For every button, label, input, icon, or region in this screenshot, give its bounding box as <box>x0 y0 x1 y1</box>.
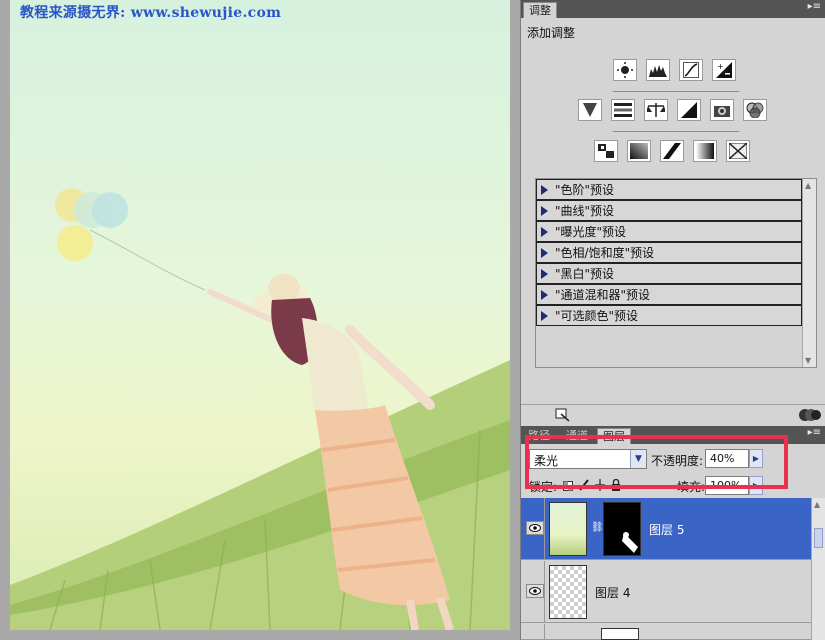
hue-saturation-icon[interactable] <box>611 99 635 121</box>
panel-menu-icon[interactable]: ▸≡ <box>808 1 821 12</box>
scroll-down-icon[interactable]: ▼ <box>805 356 811 365</box>
preset-label: "色相/饱和度"预设 <box>555 246 655 260</box>
selective-color-icon[interactable] <box>726 140 750 162</box>
layer-row[interactable]: ⛓ 图层 5 <box>521 498 811 560</box>
separator <box>613 91 739 92</box>
color-balance-icon[interactable] <box>644 99 668 121</box>
preset-item[interactable]: "通道混和器"预设 <box>536 284 802 305</box>
preset-item[interactable]: "色阶"预设 <box>536 179 802 200</box>
expand-triangle-icon <box>541 247 548 258</box>
expand-triangle-icon <box>541 184 548 195</box>
preset-label: "通道混和器"预设 <box>555 288 651 302</box>
presets-list: "色阶"预设 "曲线"预设 "曝光度"预设 "色相/饱和度"预设 "黑白"预设 … <box>535 178 817 368</box>
preset-item[interactable]: "曝光度"预设 <box>536 221 802 242</box>
watermark-text: 教程来源摄无界: www.shewujie.com <box>20 5 282 21</box>
layers-scrollbar[interactable]: ▲ <box>811 498 825 640</box>
layer-thumbnail[interactable] <box>601 628 639 640</box>
preset-label: "曲线"预设 <box>555 204 615 218</box>
vibrance-icon[interactable] <box>578 99 602 121</box>
curves-icon[interactable] <box>679 59 703 81</box>
threshold-icon[interactable] <box>660 140 684 162</box>
black-white-icon[interactable] <box>677 99 701 121</box>
expand-triangle-icon <box>541 205 548 216</box>
invert-icon[interactable] <box>594 140 618 162</box>
eye-icon[interactable] <box>526 584 544 598</box>
clip-to-layer-icon[interactable] <box>555 408 571 425</box>
circles-icon[interactable] <box>799 408 821 425</box>
presets-scrollbar[interactable]: ▲ ▼ <box>802 179 816 367</box>
highlight-box <box>525 435 788 489</box>
eye-icon[interactable] <box>526 521 544 535</box>
scroll-up-icon[interactable]: ▲ <box>814 500 820 509</box>
visibility-column <box>521 561 545 623</box>
layer-thumbnail[interactable] <box>549 565 587 619</box>
adjustments-tabbar: 调整 ▸≡ <box>521 0 825 18</box>
expand-triangle-icon <box>541 289 548 300</box>
preset-item[interactable]: "色相/饱和度"预设 <box>536 242 802 263</box>
adjustment-icons-row-3 <box>594 140 750 162</box>
layer-row[interactable] <box>521 624 811 640</box>
expand-triangle-icon <box>541 226 548 237</box>
levels-icon[interactable] <box>646 59 670 81</box>
photo-illustration <box>10 188 510 630</box>
layers-menu-icon[interactable]: ▸≡ <box>808 427 821 438</box>
tab-adjustments[interactable]: 调整 <box>523 2 557 18</box>
preset-label: "色阶"预设 <box>555 183 615 197</box>
layer-thumbnail[interactable] <box>549 502 587 556</box>
adjustment-icons-row-2 <box>578 99 767 121</box>
scroll-thumb[interactable] <box>814 528 823 548</box>
layer-name: 图层 5 <box>649 523 685 537</box>
exposure-icon[interactable]: + <box>712 59 736 81</box>
expand-triangle-icon <box>541 268 548 279</box>
layer-row[interactable]: 图层 4 <box>521 561 811 623</box>
preset-label: "曝光度"预设 <box>555 225 627 239</box>
right-panel: 调整 ▸≡ 添加调整 + "色阶"预设 "曲线"预设 "曝光度"预设 "色相/饱… <box>520 0 825 640</box>
svg-text:+: + <box>717 62 724 71</box>
expand-triangle-icon <box>541 310 548 321</box>
scroll-up-icon[interactable]: ▲ <box>805 181 811 190</box>
adjustments-title: 添加调整 <box>527 26 576 40</box>
adjustments-footer <box>521 404 825 426</box>
channel-mixer-icon[interactable] <box>743 99 767 121</box>
layer-name: 图层 4 <box>595 586 631 600</box>
layer-mask-thumbnail[interactable] <box>603 502 641 556</box>
separator <box>613 131 739 132</box>
gradient-map-icon[interactable] <box>693 140 717 162</box>
preset-item[interactable]: "曲线"预设 <box>536 200 802 221</box>
adjustment-icons-row-1: + <box>613 59 736 81</box>
brightness-contrast-icon[interactable] <box>613 59 637 81</box>
preset-item[interactable]: "黑白"预设 <box>536 263 802 284</box>
document-canvas[interactable]: 教程来源摄无界: www.shewujie.com <box>0 0 520 640</box>
posterize-icon[interactable] <box>627 140 651 162</box>
preset-item[interactable]: "可选颜色"预设 <box>536 305 802 326</box>
photo-image: 教程来源摄无界: www.shewujie.com <box>10 0 510 630</box>
preset-label: "黑白"预设 <box>555 267 615 281</box>
photo-filter-icon[interactable] <box>710 99 734 121</box>
preset-label: "可选颜色"预设 <box>555 309 639 323</box>
chain-link-icon[interactable]: ⛓ <box>591 522 604 533</box>
visibility-column <box>521 498 545 560</box>
visibility-column <box>521 624 545 640</box>
